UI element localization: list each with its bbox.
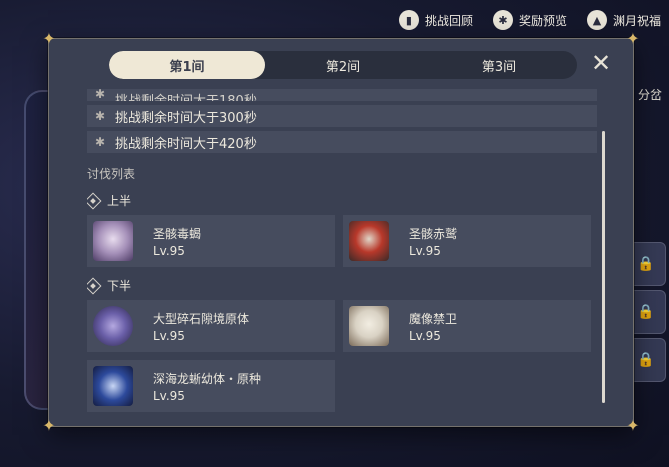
enemy-card[interactable]: 圣骸赤鹫 Lv.95 (343, 215, 591, 267)
enemy-card[interactable]: 大型碎石隙境原体 Lv.95 (87, 300, 335, 352)
enemy-portrait (93, 221, 133, 261)
enemy-portrait (93, 306, 133, 346)
enemy-name: 圣骸毒蝎 (153, 226, 202, 241)
challenge-review-label: 挑战回顾 (424, 13, 473, 28)
first-half-label: 上半 (87, 192, 597, 209)
corner-ornament-icon: ✦ (626, 29, 640, 48)
enemy-level: Lv.95 (409, 328, 441, 343)
enemy-card[interactable]: 深海龙蜥幼体・原种 Lv.95 (87, 360, 335, 412)
second-half-enemies: 大型碎石隙境原体 Lv.95 魔像禁卫 Lv.95 深海龙蜥幼体・原种 Lv.9… (87, 300, 597, 412)
corner-ornament-icon: ✦ (626, 416, 640, 435)
enemy-name: 大型碎石隙境原体 (153, 311, 250, 326)
star-icon: ✱ (94, 109, 106, 123)
second-half-label: 下半 (87, 277, 597, 294)
reward-preview-button[interactable]: ✱ 奖励预览 (492, 10, 567, 30)
gear-star-icon: ✱ (492, 10, 513, 30)
enemy-name: 深海龙蜥幼体・原种 (153, 371, 262, 386)
diamond-icon (87, 192, 102, 209)
modal-content: ✱ 挑战剩余时间大于180秒 ✱ 挑战剩余时间大于300秒 ✱ 挑战剩余时间大于… (87, 89, 597, 419)
enemy-list-title: 讨伐列表 (87, 167, 136, 181)
chamber-tabs: 第1间 第2间 第3间 (109, 51, 577, 79)
corner-ornament-icon: ✦ (42, 416, 56, 435)
enemy-card[interactable]: 圣骸毒蝎 Lv.95 (87, 215, 335, 267)
tab-chamber-2[interactable]: 第2间 (265, 51, 421, 79)
background-side-label: 分岔 (638, 88, 663, 102)
condition-row: ✱ 挑战剩余时间大于420秒 (87, 131, 597, 153)
enemy-level: Lv.95 (153, 388, 185, 403)
tab-chamber-1[interactable]: 第1间 (109, 51, 265, 79)
enemy-level: Lv.95 (153, 328, 185, 343)
enemy-portrait (349, 306, 389, 346)
close-button[interactable]: ✕ (589, 51, 613, 75)
abyss-blessing-button[interactable]: ▲ 渊月祝福 (586, 10, 661, 30)
top-bar: ▮ 挑战回顾 ✱ 奖励预览 ▲ 渊月祝福 (398, 10, 661, 30)
star-icon: ✱ (94, 135, 106, 149)
first-half-enemies: 圣骸毒蝎 Lv.95 圣骸赤鹫 Lv.95 (87, 215, 597, 267)
half-label-text: 下半 (107, 279, 132, 293)
half-label-text: 上半 (107, 194, 132, 208)
star-icon: ✱ (94, 89, 106, 101)
enemy-card[interactable]: 魔像禁卫 Lv.95 (343, 300, 591, 352)
chamber-detail-modal: ✦ ✦ ✦ ✦ 第1间 第2间 第3间 ✕ ✱ 挑战剩余时间大于180秒 ✱ 挑… (42, 31, 639, 434)
moon-icon: ▲ (586, 10, 607, 30)
condition-row: ✱ 挑战剩余时间大于180秒 (87, 89, 597, 101)
enemy-level: Lv.95 (153, 243, 185, 258)
tab-chamber-3[interactable]: 第3间 (421, 51, 577, 79)
condition-text: 挑战剩余时间大于180秒 (115, 90, 257, 101)
scrollbar[interactable] (602, 131, 605, 403)
enemy-portrait (93, 366, 133, 406)
challenge-review-button[interactable]: ▮ 挑战回顾 (398, 10, 473, 30)
condition-text: 挑战剩余时间大于300秒 (115, 110, 257, 126)
diamond-icon (87, 277, 102, 294)
enemy-portrait (349, 221, 389, 261)
condition-row: ✱ 挑战剩余时间大于300秒 (87, 105, 597, 127)
enemy-name: 圣骸赤鹫 (409, 226, 458, 241)
scroll-thumb[interactable] (602, 131, 605, 403)
enemy-level: Lv.95 (409, 243, 441, 258)
reward-preview-label: 奖励预览 (518, 13, 567, 28)
corner-ornament-icon: ✦ (42, 29, 56, 48)
close-icon: ✕ (590, 49, 612, 77)
book-icon: ▮ (398, 10, 419, 30)
abyss-blessing-label: 渊月祝福 (612, 13, 661, 28)
condition-text: 挑战剩余时间大于420秒 (115, 136, 257, 152)
enemy-name: 魔像禁卫 (409, 311, 458, 326)
